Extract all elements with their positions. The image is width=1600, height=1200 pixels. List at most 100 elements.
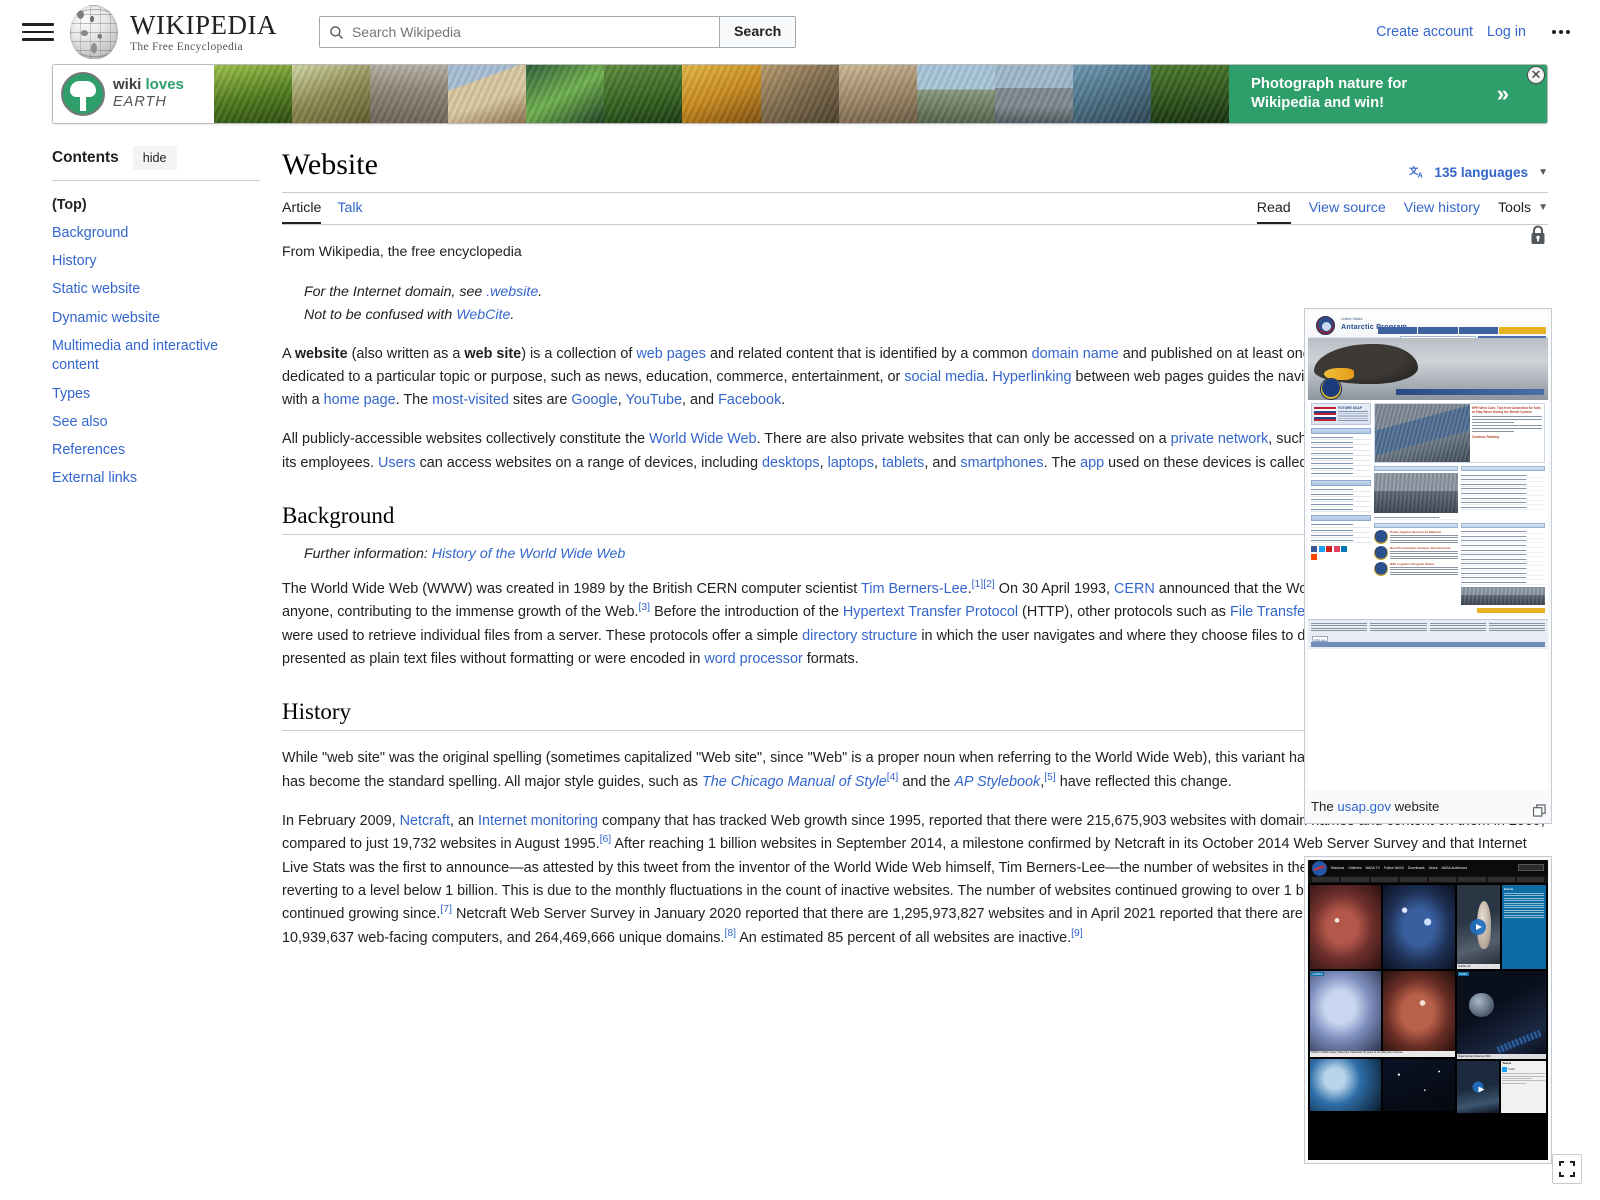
toc-item-multimedia[interactable]: Multimedia and interactive content (52, 332, 260, 380)
link-facebook[interactable]: Facebook (718, 392, 781, 408)
thumbnail-nasa[interactable]: Missions Galleries NASA TV Follow NASA Down… (1304, 856, 1552, 1165)
toc-item-references[interactable]: References (52, 437, 260, 465)
reference-4[interactable]: [4] (887, 772, 899, 783)
chevron-down-icon: ▼ (1538, 202, 1548, 213)
view-tabs: Read View source View history Tools ▼ (1256, 200, 1548, 225)
reference-3[interactable]: [3] (639, 603, 651, 614)
toc-divider (52, 180, 260, 181)
link-most-visited[interactable]: most-visited (432, 392, 509, 408)
create-account-link[interactable]: Create account (1376, 24, 1473, 40)
reference-1[interactable]: [1][2] (972, 579, 995, 590)
tab-talk[interactable]: Talk (337, 200, 362, 225)
toc-item-static-website[interactable]: Static website (52, 276, 260, 304)
banner-call-to-action[interactable]: Photograph nature for Wikipedia and win!… (1229, 65, 1547, 123)
link-desktops[interactable]: desktops (762, 455, 820, 471)
reference-9[interactable]: [9] (1071, 928, 1083, 939)
reference-7[interactable]: [7] (440, 905, 452, 916)
hatnote-webcite-link[interactable]: WebCite (456, 307, 510, 323)
log-in-link[interactable]: Log in (1487, 24, 1526, 40)
toc-item-background[interactable]: Background (52, 219, 260, 247)
hamburger-menu-icon[interactable] (22, 16, 54, 48)
wikipedia-wordmark: WIKIPEDIA The Free Encyclopedia (130, 10, 277, 53)
hubble-video-thumbnail[interactable]: Hubble 25 (1456, 885, 1501, 970)
banner-cta-line1: Photograph nature for (1251, 76, 1408, 93)
tab-tools[interactable]: Tools ▼ (1498, 200, 1548, 225)
banner-photo (1072, 65, 1152, 123)
tab-view-history[interactable]: View history (1404, 200, 1480, 225)
link-word-processor[interactable]: word processor (704, 651, 802, 667)
toc-list: (Top) Background History Static website … (52, 191, 260, 493)
play-icon[interactable] (1472, 1081, 1485, 1093)
reference-8[interactable]: [8] (724, 928, 736, 939)
search-button[interactable]: Search (718, 16, 797, 48)
link-directory-structure[interactable]: directory structure (802, 628, 917, 644)
wikipedia-globe-icon (70, 5, 118, 59)
reference-5[interactable]: [5] (1044, 772, 1056, 783)
hatnote-dotwebsite-link[interactable]: .website (486, 284, 538, 300)
link-app[interactable]: app (1080, 455, 1104, 471)
link-laptops[interactable]: laptops (828, 455, 874, 471)
toc-hide-button[interactable]: hide (132, 146, 177, 170)
wordmark-title: WIKIPEDIA (130, 10, 277, 41)
search-input[interactable] (319, 17, 719, 47)
link-netcraft[interactable]: Netcraft (400, 813, 450, 829)
fundraising-banner[interactable]: wiki loves EARTH Photograph nature for W… (52, 64, 1548, 124)
link-social-media[interactable]: social media (904, 369, 984, 385)
banner-photo-strip (214, 65, 1229, 123)
link-world-wide-web[interactable]: World Wide Web (649, 431, 756, 447)
tab-article[interactable]: Article (282, 200, 322, 225)
nsf-seal-icon (1320, 378, 1342, 400)
link-cern[interactable]: CERN (1114, 581, 1155, 597)
link-smartphones[interactable]: smartphones (960, 455, 1043, 471)
thumbnail-usap[interactable]: United States Antarctic Program FUTURE U… (1304, 308, 1552, 825)
link-history-of-www[interactable]: History of the World Wide Web (432, 546, 626, 562)
thumbnail-image-nasa[interactable]: Missions Galleries NASA TV Follow NASA Down… (1308, 860, 1548, 1161)
link-usap-gov[interactable]: usap.gov (1337, 799, 1391, 814)
link-google[interactable]: Google (571, 392, 617, 408)
toc-item-dynamic-website[interactable]: Dynamic website (52, 304, 260, 332)
thumbnail-image-usap[interactable]: United States Antarctic Program FUTURE U… (1308, 312, 1548, 790)
banner-photo (994, 65, 1073, 123)
expand-thumbnail-icon[interactable] (1533, 804, 1546, 818)
tab-view-source[interactable]: View source (1309, 200, 1386, 225)
link-domain-name[interactable]: domain name (1032, 346, 1119, 362)
link-web-pages[interactable]: web pages (636, 346, 706, 362)
wiki-loves-earth-logo: wiki loves EARTH (53, 65, 214, 123)
toc-item-see-also[interactable]: See also (52, 408, 260, 436)
article-content: Website 文 A 135 languages ▼ Article Talk… (282, 146, 1552, 1165)
toc-item-history[interactable]: History (52, 248, 260, 276)
link-tim-berners-lee[interactable]: Tim Berners-Lee (861, 581, 968, 597)
link-home-page[interactable]: home page (324, 392, 396, 408)
toc-item-external-links[interactable]: External links (52, 465, 260, 493)
lock-icon[interactable] (1528, 224, 1548, 246)
reference-6[interactable]: [6] (600, 835, 612, 846)
link-chicago-manual[interactable]: The Chicago Manual of Style (702, 774, 887, 790)
link-ap-stylebook[interactable]: AP Stylebook (954, 774, 1040, 790)
chevron-right-icon[interactable]: » (1497, 81, 1509, 107)
link-internet-monitoring[interactable]: Internet monitoring (478, 813, 598, 829)
tab-read[interactable]: Read (1256, 200, 1291, 225)
table-of-contents: Contents hide (Top) Background History S… (52, 146, 282, 950)
ellipsis-icon[interactable] (1548, 21, 1574, 43)
svg-text:A: A (1418, 170, 1424, 179)
close-circle-icon[interactable]: ✕ (1527, 66, 1545, 84)
banner-logo-wiki: wiki (113, 76, 146, 94)
hubble-pillars-image: HUBBLE (1310, 971, 1382, 1052)
nebula-image (1310, 885, 1382, 970)
link-tablets[interactable]: tablets (882, 455, 924, 471)
link-users[interactable]: Users (378, 455, 416, 471)
search-input-wrapper[interactable] (318, 16, 719, 48)
fullscreen-button[interactable] (1552, 1154, 1582, 1184)
play-icon[interactable] (1470, 919, 1487, 936)
star-cluster-image (1383, 885, 1455, 970)
link-youtube[interactable]: YouTube (625, 392, 682, 408)
link-hyperlinking[interactable]: Hyperlinking (992, 369, 1071, 385)
toc-item-types[interactable]: Types (52, 380, 260, 408)
toc-item-top[interactable]: (Top) (52, 191, 260, 219)
link-private-network[interactable]: private network (1171, 431, 1269, 447)
language-selector-button[interactable]: 文 A 135 languages ▼ (1409, 165, 1548, 184)
wikipedia-logo-link[interactable]: WIKIPEDIA The Free Encyclopedia (70, 5, 277, 59)
rocket-launch-image[interactable] (1456, 1061, 1500, 1114)
search-form: Search (318, 16, 797, 48)
link-http[interactable]: Hypertext Transfer Protocol (843, 604, 1018, 620)
